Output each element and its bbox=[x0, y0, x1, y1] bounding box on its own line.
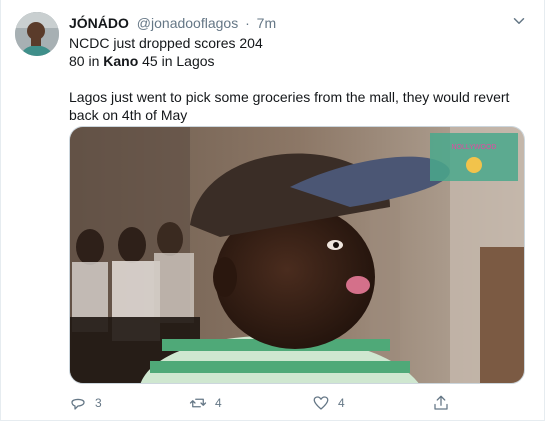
tweet-timestamp[interactable]: 7m bbox=[257, 15, 276, 31]
tweet-photo[interactable]: NOLLYWOOD bbox=[69, 126, 525, 384]
retweet-button[interactable]: 4 bbox=[189, 393, 222, 413]
separator: · bbox=[245, 15, 250, 31]
reply-icon bbox=[71, 398, 85, 410]
author-name[interactable]: JÓNÁDO bbox=[69, 15, 129, 31]
photo-image: NOLLYWOOD bbox=[70, 127, 524, 383]
kano-bold: Kano bbox=[103, 53, 139, 69]
tweet-header: JÓNÁDO @jonadooflagos · 7m bbox=[69, 14, 528, 32]
tweet-card[interactable]: JÓNÁDO @jonadooflagos · 7m NCDC just dro… bbox=[0, 0, 545, 421]
tweet-paragraph-2: Lagos just went to pick some groceries f… bbox=[69, 89, 510, 123]
tweet-text: NCDC just dropped scores 204 80 in Kano … bbox=[69, 34, 534, 124]
reply-count: 3 bbox=[95, 396, 102, 410]
like-button[interactable]: 4 bbox=[312, 393, 345, 413]
author-handle[interactable]: @jonadooflagos bbox=[137, 15, 238, 31]
photo-logo: NOLLYWOOD bbox=[452, 144, 497, 151]
tweet-line-1: NCDC just dropped scores 204 bbox=[69, 35, 263, 51]
like-count: 4 bbox=[338, 396, 345, 410]
tweet-line-2: 80 in Kano 45 in Lagos bbox=[69, 52, 534, 70]
tweet-line-2-rest: 45 in Lagos bbox=[138, 53, 215, 69]
chevron-down-icon[interactable] bbox=[510, 12, 528, 30]
tweet-line-2-prefix: 80 in bbox=[69, 53, 104, 69]
reply-button[interactable]: 3 bbox=[69, 393, 102, 413]
avatar-image bbox=[15, 12, 59, 56]
share-icon bbox=[434, 395, 448, 410]
retweet-icon bbox=[189, 398, 207, 408]
heart-icon bbox=[313, 396, 329, 410]
retweet-count: 4 bbox=[215, 396, 222, 410]
share-button[interactable] bbox=[432, 393, 450, 413]
avatar[interactable] bbox=[15, 12, 59, 56]
tweet-actions: 3 4 4 bbox=[69, 393, 469, 413]
